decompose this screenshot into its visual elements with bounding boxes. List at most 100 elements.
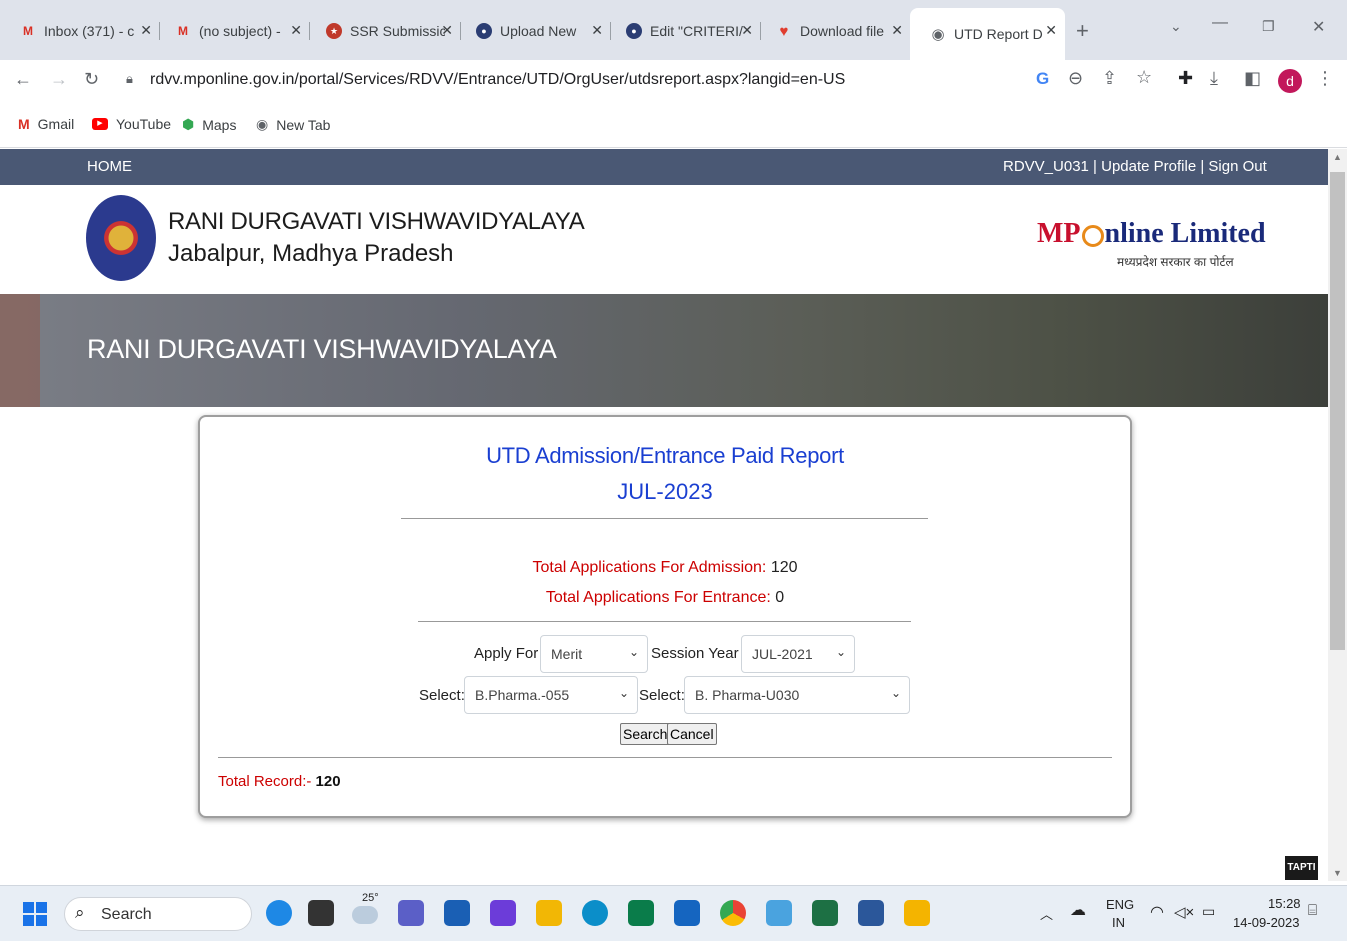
cancel-button[interactable]: Cancel bbox=[667, 723, 717, 745]
heart-icon: ♥ bbox=[779, 22, 789, 40]
close-icon[interactable]: ✕ bbox=[441, 22, 453, 39]
share-icon[interactable]: ⇪ bbox=[1102, 68, 1117, 89]
wifi-icon[interactable]: ◠ bbox=[1150, 902, 1164, 922]
reload-icon[interactable]: ↻ bbox=[84, 69, 99, 90]
app-icon[interactable] bbox=[490, 900, 516, 926]
tab-upload[interactable]: ● Upload New ✕ bbox=[456, 14, 611, 48]
tab-title: Upload New bbox=[500, 23, 577, 39]
app-l-icon[interactable] bbox=[628, 900, 654, 926]
entrance-label: Total Applications For Entrance: bbox=[545, 589, 771, 606]
url-field[interactable]: rdvv.mponline.gov.in/portal/Services/RDV… bbox=[150, 71, 845, 89]
weather-temp[interactable]: 25° bbox=[362, 892, 379, 904]
back-icon[interactable]: ← bbox=[14, 69, 32, 90]
tab-no-subject[interactable]: M (no subject) - ✕ bbox=[155, 14, 310, 48]
program-select-label: Select: bbox=[639, 687, 685, 704]
mponline-logo: MP nline Limited bbox=[1037, 218, 1266, 249]
snipping-icon[interactable] bbox=[904, 900, 930, 926]
tab-title: UTD Report D bbox=[954, 26, 1043, 42]
maps-icon: ⬢ bbox=[182, 116, 195, 132]
search-icon: ⌕ bbox=[75, 903, 85, 922]
edge-icon[interactable] bbox=[582, 900, 608, 926]
taskbar-search[interactable]: ⌕ Search bbox=[64, 897, 252, 931]
bookmark-maps[interactable]: ⬢ Maps bbox=[182, 116, 236, 133]
tab-search-icon[interactable]: ⌄ bbox=[1170, 18, 1182, 35]
tab-inbox[interactable]: M Inbox (371) - c ✕ bbox=[0, 14, 160, 48]
banner-title: RANI DURGAVATI VISHWAVIDYALAYA bbox=[87, 334, 557, 364]
clock-time[interactable]: 15:28 bbox=[1268, 896, 1301, 911]
close-icon[interactable]: ✕ bbox=[891, 22, 903, 39]
chevron-down-icon: ⌄ bbox=[890, 686, 901, 700]
file-explorer-icon[interactable] bbox=[536, 900, 562, 926]
windows-start-icon[interactable] bbox=[23, 902, 47, 926]
close-icon[interactable]: ✕ bbox=[1045, 22, 1057, 39]
update-profile-link[interactable]: Update Profile bbox=[1101, 158, 1196, 175]
chrome-icon[interactable] bbox=[720, 900, 746, 926]
restore-icon[interactable]: ❐ bbox=[1262, 18, 1275, 35]
bookmark-new-tab[interactable]: ◉ New Tab bbox=[256, 116, 330, 133]
mail-icon[interactable] bbox=[444, 900, 470, 926]
bookmark-gmail[interactable]: M Gmail bbox=[18, 116, 74, 132]
zoom-icon[interactable]: ⊖ bbox=[1068, 68, 1083, 89]
search-button[interactable]: Search bbox=[620, 723, 671, 745]
battery-icon[interactable]: ▭ bbox=[1202, 903, 1215, 920]
session-year-label: Session Year bbox=[651, 645, 739, 662]
volume-muted-icon[interactable]: ◁× bbox=[1174, 903, 1194, 921]
chevron-down-icon: ⌄ bbox=[618, 686, 629, 700]
task-view-icon[interactable] bbox=[308, 900, 334, 926]
tab-ssr[interactable]: ★ SSR Submissic ✕ bbox=[306, 14, 461, 48]
notification-icon[interactable]: ⌸ bbox=[1308, 902, 1317, 919]
new-tab-icon[interactable]: + bbox=[1076, 18, 1089, 44]
tab-download[interactable]: ♥ Download file ✕ bbox=[756, 14, 911, 48]
app-o-icon[interactable] bbox=[674, 900, 700, 926]
tab-edit-criteria[interactable]: ● Edit "CRITERI/ ✕ bbox=[606, 14, 761, 48]
home-link[interactable]: HOME bbox=[87, 158, 132, 175]
username: RDVV_U031 bbox=[1003, 158, 1089, 175]
profile-avatar[interactable]: d bbox=[1278, 69, 1302, 93]
photos-icon[interactable] bbox=[766, 900, 792, 926]
session-year-select[interactable]: JUL-2021 ⌄ bbox=[741, 635, 855, 673]
divider bbox=[218, 757, 1112, 758]
program-select[interactable]: B. Pharma-U030 ⌄ bbox=[684, 676, 910, 714]
close-icon[interactable]: ✕ bbox=[140, 22, 152, 39]
language-indicator[interactable]: ENG bbox=[1106, 897, 1134, 912]
close-icon[interactable]: ✕ bbox=[591, 22, 603, 39]
region-indicator[interactable]: IN bbox=[1112, 915, 1125, 930]
tab-strip: M Inbox (371) - c ✕ M (no subject) - ✕ ★… bbox=[0, 0, 1347, 60]
gmail-icon: M bbox=[178, 24, 188, 38]
apply-for-label: Apply For bbox=[474, 645, 539, 662]
close-window-icon[interactable]: ✕ bbox=[1312, 17, 1325, 37]
clock-date[interactable]: 14-09-2023 bbox=[1233, 915, 1300, 930]
minimize-icon[interactable]: — bbox=[1212, 14, 1228, 32]
tab-utd-report[interactable]: ◉ UTD Report D ✕ bbox=[910, 8, 1065, 60]
tapti-badge[interactable]: TAPTI bbox=[1285, 856, 1318, 880]
word-icon[interactable] bbox=[858, 900, 884, 926]
download-icon[interactable]: ⤓ bbox=[1210, 68, 1218, 89]
scrollbar-thumb[interactable] bbox=[1330, 172, 1345, 650]
scroll-up-icon[interactable]: ▲ bbox=[1333, 152, 1342, 162]
google-icon[interactable]: G bbox=[1036, 69, 1049, 89]
tab-title: (no subject) - bbox=[199, 23, 281, 39]
scroll-down-icon[interactable]: ▼ bbox=[1333, 868, 1342, 878]
chevron-up-icon[interactable]: ︿ bbox=[1040, 904, 1053, 923]
globe-icon: ◉ bbox=[931, 26, 945, 43]
extensions-icon[interactable]: ✚ bbox=[1178, 68, 1193, 89]
close-icon[interactable]: ✕ bbox=[741, 22, 753, 39]
lock-icon: 🔒︎ bbox=[126, 71, 133, 86]
gmail-icon: M bbox=[23, 24, 33, 38]
sidepanel-icon[interactable]: ◧ bbox=[1244, 68, 1261, 89]
course-select[interactable]: B.Pharma.-055 ⌄ bbox=[464, 676, 638, 714]
bookmark-youtube[interactable]: ▶ YouTube bbox=[92, 116, 171, 132]
close-icon[interactable]: ✕ bbox=[290, 22, 302, 39]
menu-icon[interactable]: ⋮ bbox=[1316, 68, 1334, 89]
apply-for-select[interactable]: Merit ⌄ bbox=[540, 635, 648, 673]
weather-icon[interactable] bbox=[352, 906, 378, 924]
teams-icon[interactable] bbox=[398, 900, 424, 926]
edit-icon: ● bbox=[626, 23, 642, 39]
onedrive-icon[interactable]: ☁ bbox=[1070, 900, 1086, 920]
sign-out-link[interactable]: Sign Out bbox=[1208, 158, 1266, 175]
excel-icon[interactable] bbox=[812, 900, 838, 926]
bookmark-star-icon[interactable]: ☆ bbox=[1136, 67, 1152, 88]
bing-icon[interactable] bbox=[266, 900, 292, 926]
admission-label: Total Applications For Admission: bbox=[532, 559, 767, 576]
forward-icon[interactable]: → bbox=[50, 69, 68, 90]
